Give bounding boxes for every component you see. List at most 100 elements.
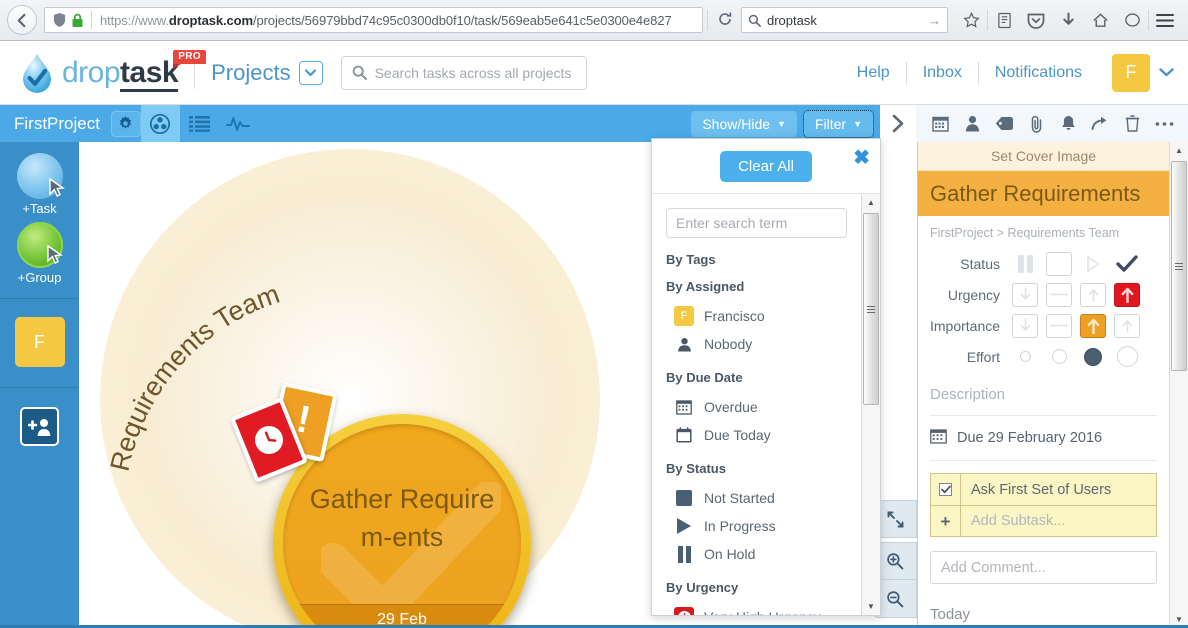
global-search-placeholder: Search tasks across all projects [374, 64, 572, 81]
browser-search-input[interactable]: droptask [767, 13, 928, 28]
urgency-low-option[interactable] [1046, 282, 1072, 307]
filter-item-in-progress[interactable]: In Progress [666, 512, 847, 540]
scrollbar-track[interactable] [1170, 159, 1188, 611]
filter-search-input[interactable]: Enter search term [666, 208, 847, 238]
scrollbar-track[interactable] [862, 211, 881, 598]
task-detail-title[interactable]: Gather Requirements [918, 171, 1169, 216]
importance-very-high-option[interactable] [1114, 313, 1140, 338]
effort-medium-option[interactable] [1080, 345, 1106, 369]
filter-item-due-today[interactable]: Due Today [666, 421, 847, 449]
calendar-icon[interactable] [924, 105, 956, 142]
bookmark-star-icon[interactable] [955, 5, 987, 35]
group-label[interactable]: Requirements Team [109, 279, 409, 474]
importance-high-option[interactable] [1080, 313, 1106, 338]
add-user-icon[interactable] [20, 407, 59, 446]
clear-all-button[interactable]: Clear All [720, 150, 812, 182]
sync-icon[interactable] [1116, 5, 1148, 35]
reload-icon [717, 11, 733, 30]
subtask-item[interactable]: Ask First Set of Users [931, 474, 1156, 505]
set-cover-image-button[interactable]: Set Cover Image [918, 142, 1169, 171]
paperclip-icon[interactable] [1020, 105, 1052, 142]
filter-panel-body: Enter search term By Tags By Assigned F … [652, 194, 880, 615]
add-task-button[interactable]: +Task [0, 150, 79, 219]
tab-activity-view[interactable] [219, 105, 258, 142]
show-hide-button[interactable]: Show/Hide ▼ [691, 110, 797, 137]
filter-panel-scrollbar[interactable]: ▲ ▼ [861, 194, 880, 615]
menu-icon[interactable] [1149, 5, 1181, 35]
scrollbar-thumb[interactable] [1170, 161, 1187, 371]
status-on-hold-option[interactable] [1012, 252, 1038, 276]
pocket-icon[interactable] [1020, 5, 1052, 35]
filter-button[interactable]: Filter ▼ [802, 109, 875, 138]
filter-item-not-started[interactable]: Not Started [666, 484, 847, 512]
description-field[interactable]: Description [930, 386, 1157, 416]
importance-very-low-option[interactable] [1012, 313, 1038, 338]
more-icon[interactable] [1148, 105, 1180, 142]
status-completed-option[interactable] [1114, 252, 1140, 276]
avatar[interactable]: F [1112, 53, 1150, 92]
app-header: droptask PRO Projects Search tasks across… [0, 41, 1188, 105]
url-bar[interactable]: https://www.droptask.com/projects/56979b… [44, 7, 703, 33]
filter-item-francisco[interactable]: F Francisco [666, 302, 847, 330]
avatar[interactable]: F [14, 317, 65, 367]
filter-item-nobody[interactable]: Nobody [666, 330, 847, 358]
effort-xs-option[interactable] [1012, 345, 1038, 369]
browser-search-bar[interactable]: droptask → [741, 7, 948, 33]
status-in-progress-option[interactable] [1080, 252, 1106, 276]
chevron-down-icon[interactable] [298, 60, 323, 85]
home-icon[interactable] [1084, 5, 1116, 35]
share-icon[interactable] [1084, 105, 1116, 142]
downloads-icon[interactable] [1052, 5, 1084, 35]
tab-list-view[interactable] [180, 105, 219, 142]
attribute-label: Importance [930, 317, 1001, 334]
urgency-high-option[interactable] [1080, 282, 1106, 307]
add-comment-input[interactable]: Add Comment... [930, 551, 1157, 584]
notifications-link[interactable]: Notifications [979, 64, 1098, 82]
inbox-link[interactable]: Inbox [907, 64, 978, 82]
reload-button[interactable] [707, 10, 733, 30]
bell-icon[interactable] [1052, 105, 1084, 142]
search-submit-icon[interactable]: → [928, 13, 941, 28]
filter-item-very-high-urgency[interactable]: Very High Urgency [666, 603, 847, 615]
avatar: F [674, 306, 694, 326]
scrollbar-thumb[interactable] [862, 213, 879, 405]
filter-item-on-hold[interactable]: On Hold [666, 540, 847, 568]
scroll-down-icon[interactable]: ▼ [862, 598, 881, 615]
subtask-checkbox[interactable] [931, 474, 961, 505]
due-date-row[interactable]: Due 29 February 2016 [930, 416, 1157, 461]
app-logo[interactable]: droptask PRO [0, 49, 207, 95]
status-not-started-option[interactable] [1046, 251, 1072, 276]
scroll-up-icon[interactable]: ▲ [862, 194, 881, 211]
filter-item-label: Overdue [704, 399, 758, 415]
chevron-down-icon[interactable] [1159, 65, 1174, 80]
urgency-very-low-option[interactable] [1012, 282, 1038, 307]
add-subtask-button[interactable]: + [931, 506, 961, 536]
toolbar-right: Show/Hide ▼ Filter ▼ [691, 105, 1188, 142]
urgency-very-high-option[interactable] [1114, 282, 1140, 307]
filter-item-label: Very High Urgency [704, 609, 821, 615]
scroll-up-icon[interactable]: ▲ [1170, 142, 1188, 159]
help-link[interactable]: Help [841, 64, 906, 82]
gear-icon[interactable] [110, 110, 141, 137]
tag-icon[interactable] [988, 105, 1020, 142]
effort-large-option[interactable] [1114, 345, 1140, 369]
filter-item-overdue[interactable]: Overdue [666, 393, 847, 421]
reading-list-icon[interactable] [988, 5, 1020, 35]
pro-badge: PRO [173, 49, 207, 69]
add-group-button[interactable]: +Group [0, 219, 79, 288]
cursor-icon [46, 177, 68, 199]
add-subtask-row[interactable]: + Add Subtask... [931, 505, 1156, 536]
global-search-input[interactable]: Search tasks across all projects [340, 55, 587, 90]
close-icon[interactable]: ✖ [853, 148, 870, 168]
trash-icon[interactable] [1116, 105, 1148, 142]
person-icon[interactable] [956, 105, 988, 142]
projects-nav-label[interactable]: Projects [211, 60, 290, 86]
back-arrow-icon[interactable] [7, 5, 37, 35]
chevron-right-icon[interactable] [880, 105, 916, 142]
importance-low-option[interactable] [1046, 313, 1072, 338]
task-detail-scrollbar[interactable]: ▲ ▼ [1169, 142, 1188, 628]
effort-small-option[interactable] [1046, 345, 1072, 369]
tab-radial-view[interactable] [140, 105, 180, 142]
play-icon [674, 518, 694, 534]
pause-icon [674, 545, 694, 563]
